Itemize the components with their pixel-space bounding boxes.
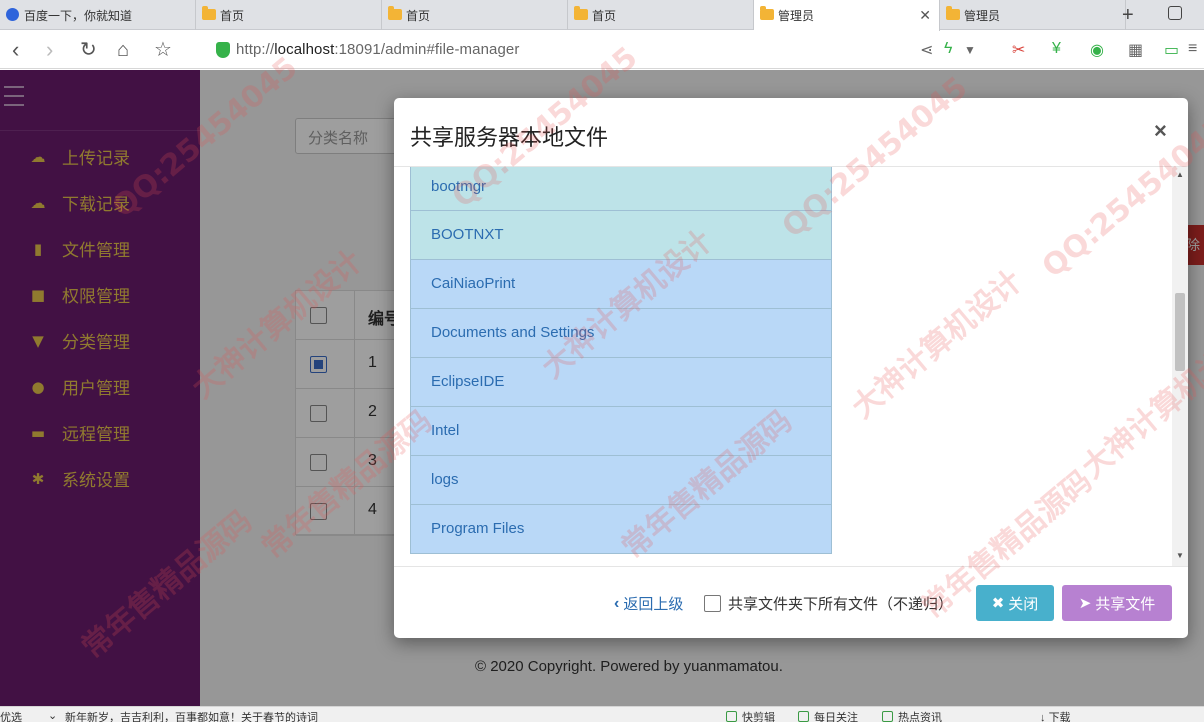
share-files-button[interactable]: ➤ 共享文件 <box>1062 585 1172 621</box>
menu-icon[interactable]: ≡ <box>1188 40 1197 58</box>
status-item-daily[interactable]: 每日关注 <box>798 709 858 722</box>
browser-tab[interactable]: 百度一下，你就知道 <box>0 0 196 30</box>
url-path: :18091/admin#file-manager <box>334 41 520 58</box>
browser-tab[interactable]: 首页 <box>568 0 754 30</box>
folder-icon <box>574 6 588 20</box>
scissors-icon <box>726 711 737 722</box>
folder-icon <box>388 6 402 20</box>
daily-icon <box>798 711 809 722</box>
browser-tab-active[interactable]: 管理员 ✕ <box>754 0 940 31</box>
file-item[interactable]: Intel <box>410 407 832 456</box>
file-item[interactable]: Program Files <box>410 505 832 554</box>
modal-close-icon[interactable]: × <box>1154 118 1167 144</box>
tab-close-icon[interactable]: ✕ <box>919 7 931 24</box>
file-item[interactable]: logs <box>410 456 832 505</box>
battery-icon[interactable]: ▭ <box>1164 40 1179 60</box>
folder-icon <box>202 6 216 20</box>
close-button-label: 关闭 <box>1008 595 1039 613</box>
folder-icon <box>946 6 960 20</box>
chevron-down-icon[interactable]: ▼ <box>964 43 976 57</box>
scroll-up-icon[interactable]: ▲ <box>1176 170 1184 179</box>
apps-grid-icon[interactable]: ▦ <box>1128 40 1143 60</box>
forward-icon[interactable]: › <box>46 38 53 62</box>
tab-label: 百度一下，你就知道 <box>24 8 133 23</box>
modal-divider <box>394 566 1188 567</box>
address-bar: ‹ › ↻ ⌂ ☆ http://localhost:18091/admin#f… <box>0 31 1204 69</box>
lightning-icon[interactable]: ϟ <box>944 40 952 58</box>
share-files-modal: 共享服务器本地文件 × bootmgr BOOTNXT CaiNiaoPrint… <box>394 98 1188 638</box>
share-button-label: 共享文件 <box>1095 595 1156 613</box>
baidu-paw-icon <box>6 8 19 21</box>
tab-label: 首页 <box>592 8 617 23</box>
file-item[interactable]: BOOTNXT <box>410 211 832 260</box>
green-app-icon[interactable]: ◉ <box>1090 40 1104 60</box>
browser-status-bar: 优选 ⌄ 新年新岁，吉吉利利，百事都如意！关于春节的诗词 快剪辑 每日关注 热点… <box>0 706 1204 722</box>
file-list-scrollbar[interactable]: ▲ ▼ <box>1172 167 1188 566</box>
reload-icon[interactable]: ↻ <box>80 38 97 62</box>
home-icon[interactable]: ⌂ <box>117 38 129 62</box>
scroll-down-icon[interactable]: ▼ <box>1176 551 1184 560</box>
file-browser: bootmgr BOOTNXT CaiNiaoPrint Documents a… <box>394 167 1188 566</box>
file-item[interactable]: CaiNiaoPrint <box>410 260 832 309</box>
url-host: localhost <box>274 41 335 58</box>
star-icon[interactable]: ☆ <box>154 38 172 62</box>
browser-tab[interactable]: 首页 <box>196 0 382 30</box>
yen-icon[interactable]: ¥ <box>1052 40 1061 58</box>
news-icon <box>882 711 893 722</box>
file-item[interactable]: bootmgr <box>410 167 832 211</box>
checkbox-box[interactable] <box>704 595 721 612</box>
file-item[interactable]: EclipseIDE <box>410 358 832 407</box>
tab-label: 首页 <box>220 8 245 23</box>
status-item-clip[interactable]: 快剪辑 <box>726 709 775 722</box>
url-prefix: http:// <box>236 41 275 58</box>
scissors-icon[interactable]: ✂ <box>1012 40 1025 60</box>
new-tab-icon[interactable]: + <box>1122 4 1134 27</box>
secure-shield-icon <box>216 42 230 58</box>
tab-label: 首页 <box>406 8 431 23</box>
back-label: 返回上级 <box>623 596 684 613</box>
close-button[interactable]: ✖ 关闭 <box>976 585 1054 621</box>
file-item[interactable]: Documents and Settings <box>410 309 832 358</box>
back-icon[interactable]: ‹ <box>12 38 19 62</box>
share-all-files-checkbox[interactable]: 共享文件夹下所有文件（不递归） <box>704 593 953 614</box>
paper-plane-icon: ➤ <box>1078 595 1092 612</box>
status-item-download[interactable]: ↓ 下载 <box>1040 709 1071 722</box>
restore-window-icon[interactable] <box>1168 6 1182 20</box>
back-to-parent-link[interactable]: ‹ 返回上级 <box>614 593 683 614</box>
browser-tab[interactable]: 管理员 <box>940 0 1126 30</box>
url-field[interactable]: http://localhost:18091/admin#file-manage… <box>236 41 519 58</box>
status-item-news[interactable]: 热点资讯 <box>882 709 942 722</box>
folder-icon <box>760 6 774 20</box>
tab-label: 管理员 <box>778 9 815 23</box>
share-all-label: 共享文件夹下所有文件（不递归） <box>728 596 954 613</box>
chevron-left-icon: ‹ <box>614 594 620 612</box>
chevron-down-icon[interactable]: ⌄ <box>48 709 57 722</box>
x-icon: ✖ <box>991 595 1005 612</box>
scrollbar-thumb[interactable] <box>1175 293 1185 371</box>
modal-title: 共享服务器本地文件 <box>410 126 609 151</box>
file-list: bootmgr BOOTNXT CaiNiaoPrint Documents a… <box>410 167 832 554</box>
status-left: 优选 <box>0 712 22 722</box>
news-ticker[interactable]: 新年新岁，吉吉利利，百事都如意！关于春节的诗词 <box>65 709 318 722</box>
share-icon[interactable]: ⋖ <box>920 40 933 60</box>
tab-label: 管理员 <box>964 8 1001 23</box>
browser-tab[interactable]: 首页 <box>382 0 568 30</box>
download-icon: ↓ <box>1040 712 1049 722</box>
browser-tab-bar: 百度一下，你就知道 首页 首页 首页 管理员 ✕ 管理员 + <box>0 0 1204 31</box>
